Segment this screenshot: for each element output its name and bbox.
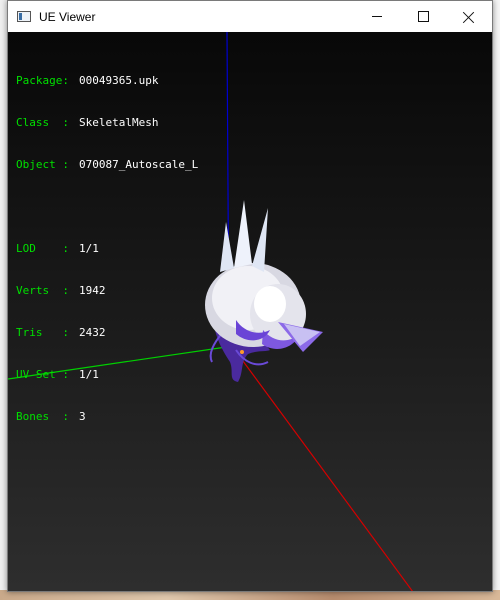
info-class-label: Class : — [16, 116, 69, 129]
skeletal-mesh-model — [205, 200, 323, 382]
info-object-row: Object : 070087_Autoscale_L — [16, 158, 198, 172]
info-object-label: Object : — [16, 158, 69, 171]
window-title: UE Viewer — [39, 9, 96, 24]
info-tris-label: Tris : — [16, 326, 69, 339]
info-uvset-row: UV Set : 1/1 — [16, 368, 198, 382]
info-tris-value: 2432 — [79, 326, 106, 339]
close-icon — [463, 11, 475, 23]
info-lod-label: LOD : — [16, 242, 69, 255]
app-icon[interactable] — [17, 11, 31, 22]
info-object-value: 070087_Autoscale_L — [79, 158, 199, 171]
info-package-value: 00049365.upk — [79, 74, 159, 87]
minimize-icon — [372, 16, 382, 17]
info-bones-value: 3 — [79, 410, 86, 423]
minimize-button[interactable] — [354, 1, 400, 32]
background-console-right — [492, 0, 500, 600]
info-verts-value: 1942 — [79, 284, 106, 297]
info-package-row: Package: 00049365.upk — [16, 74, 198, 88]
x-axis-line — [239, 356, 414, 591]
info-class-row: Class : SkeletalMesh — [16, 116, 198, 130]
info-lod-row: LOD : 1/1 — [16, 242, 198, 256]
info-uvset-value: 1/1 — [79, 368, 99, 381]
info-package-label: Package: — [16, 74, 69, 87]
info-uvset-label: UV Set : — [16, 368, 69, 381]
info-verts-label: Verts : — [16, 284, 69, 297]
mesh-info-overlay: Package: 00049365.upk Class : SkeletalMesh… — [16, 46, 198, 452]
close-button[interactable] — [446, 1, 492, 32]
info-tris-row: Tris : 2432 — [16, 326, 198, 340]
info-class-value: SkeletalMesh — [79, 116, 159, 129]
maximize-button[interactable] — [400, 1, 446, 32]
3d-viewport[interactable]: Package: 00049365.upk Class : SkeletalMesh… — [8, 32, 492, 591]
maximize-icon — [417, 11, 429, 22]
info-verts-row: Verts : 1942 — [16, 284, 198, 298]
title-bar[interactable]: UE Viewer — [8, 1, 492, 32]
info-lod-value: 1/1 — [79, 242, 99, 255]
ue-viewer-window[interactable]: UE Viewer Package: 00049365.upk Class: … — [7, 0, 493, 592]
info-bones-row: Bones : 3 — [16, 410, 198, 424]
info-bones-label: Bones : — [16, 410, 69, 423]
